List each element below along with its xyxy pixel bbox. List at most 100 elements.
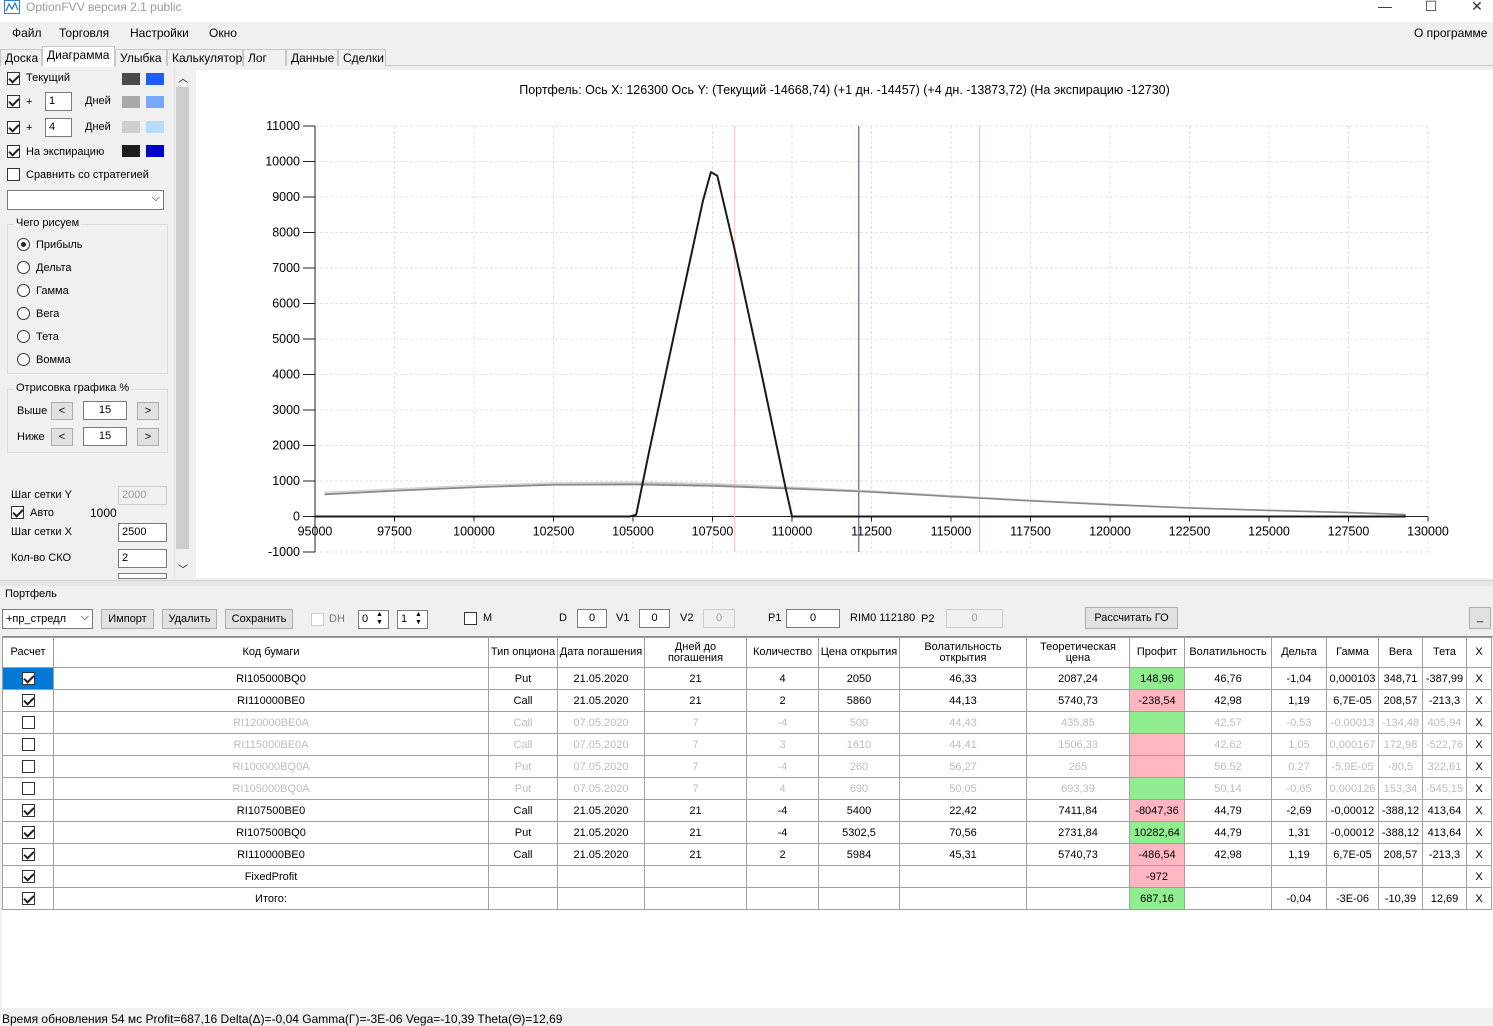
portfolio-select[interactable]: +пр_стредл <box>2 608 93 629</box>
remove-row-button[interactable]: X <box>1466 843 1492 866</box>
import-button[interactable]: Импорт <box>101 609 154 629</box>
theo-price-header[interactable]: Теоретическая цена <box>1026 637 1130 668</box>
tab-smile[interactable]: Улыбка <box>115 49 167 66</box>
calc-header[interactable]: Расчет <box>2 637 54 668</box>
type-header[interactable]: Тип опциона <box>488 637 558 668</box>
calc-cell[interactable] <box>2 733 54 756</box>
radio-gamma[interactable] <box>17 284 30 297</box>
table-row[interactable]: RI107500BE0 Call 21.05.2020 21 -4 5400 22,42 74… <box>2 799 1492 822</box>
calc-cell[interactable] <box>2 799 54 822</box>
grid-x-input[interactable]: 2500 <box>118 523 167 542</box>
expiration-dark-color[interactable] <box>122 145 140 157</box>
theta-header[interactable]: Тета <box>1422 637 1467 668</box>
table-row[interactable]: Итого: 687,16 -0,04 -3E-06 -10,39 12,69 X <box>2 887 1492 910</box>
table-row[interactable]: FixedProfit -972 X <box>2 865 1492 888</box>
radio-vega[interactable] <box>17 307 30 320</box>
row-calc-checkbox[interactable] <box>21 738 35 751</box>
delete-button[interactable]: Удалить <box>162 609 217 629</box>
below-input[interactable]: 15 <box>83 427 127 446</box>
grid-y-input[interactable]: 2000 <box>118 486 167 505</box>
vega-header[interactable]: Вега <box>1378 637 1423 668</box>
table-row[interactable]: RI120000BE0A Call 07.05.2020 7 -4 500 44,43 435… <box>2 711 1492 734</box>
vol-header[interactable]: Волатильность <box>1184 637 1272 668</box>
compare-strategy-checkbox[interactable] <box>7 168 20 181</box>
remove-row-button[interactable]: X <box>1466 667 1492 690</box>
menu-file[interactable]: Файл <box>12 26 42 40</box>
row-calc-checkbox[interactable] <box>21 848 35 861</box>
calc-cell[interactable] <box>2 689 54 712</box>
remove-header[interactable]: X <box>1466 637 1492 668</box>
below-increase-button[interactable]: > <box>137 428 159 446</box>
radio-profit[interactable] <box>17 238 30 251</box>
table-row[interactable]: RI100000BQ0A Put 07.05.2020 7 -4 260 56,27 265 5… <box>2 755 1492 778</box>
days-header[interactable]: Дней до погашения <box>644 637 747 668</box>
menu-trade[interactable]: Торговля <box>59 26 109 40</box>
expiration-checkbox[interactable] <box>7 145 20 158</box>
table-row[interactable]: RI110000BE0 Call 21.05.2020 21 2 5984 45,31 574… <box>2 843 1492 866</box>
remove-row-button[interactable]: X <box>1466 733 1492 756</box>
remove-row-button[interactable]: X <box>1466 821 1492 844</box>
above-input[interactable]: 15 <box>83 401 127 420</box>
open-price-header[interactable]: Цена открытия <box>818 637 900 668</box>
collapse-button[interactable]: _ <box>1469 607 1491 629</box>
plus1-checkbox[interactable] <box>7 95 20 108</box>
p1-input[interactable]: 0 <box>786 609 840 628</box>
row-calc-checkbox[interactable] <box>21 782 35 795</box>
calc-margin-button[interactable]: Рассчитать ГО <box>1085 607 1178 629</box>
tab-deals[interactable]: Сделки <box>338 49 386 66</box>
current-checkbox[interactable] <box>7 72 20 85</box>
row-calc-checkbox[interactable] <box>21 760 35 773</box>
strategy-select[interactable] <box>7 189 164 210</box>
calc-cell[interactable] <box>2 887 54 910</box>
remove-row-button[interactable]: X <box>1466 689 1492 712</box>
scroll-down-icon[interactable]: ﹀ <box>178 561 188 576</box>
row-calc-checkbox[interactable] <box>21 892 35 905</box>
spin2-arrows-icon[interactable]: ▲ ▼ <box>415 611 422 627</box>
scroll-thumb[interactable] <box>176 87 189 549</box>
table-row[interactable]: RI105000BQ0A Put 07.05.2020 7 4 690 50,05 693,3… <box>2 777 1492 800</box>
radio-theta[interactable] <box>17 330 30 343</box>
current-light-color[interactable] <box>146 73 164 85</box>
remove-row-button[interactable]: X <box>1466 799 1492 822</box>
menu-window[interactable]: Окно <box>209 26 237 40</box>
auto-grid-checkbox[interactable] <box>11 506 24 519</box>
profit-header[interactable]: Профит <box>1129 637 1185 668</box>
tab-log[interactable]: Лог <box>243 49 286 66</box>
calc-cell[interactable] <box>2 711 54 734</box>
table-row[interactable]: RI110000BE0 Call 21.05.2020 21 2 5860 44,13 574… <box>2 689 1492 712</box>
spin1-input[interactable]: 0 <box>358 610 389 629</box>
calc-cell[interactable] <box>2 667 54 690</box>
sko-input[interactable]: 2 <box>118 549 167 568</box>
tab-data[interactable]: Данные <box>286 49 338 66</box>
left-panel-scrollbar[interactable]: ︿ ﹀ <box>174 67 190 577</box>
d-input[interactable]: 0 <box>577 609 607 628</box>
above-increase-button[interactable]: > <box>137 402 159 420</box>
menu-about[interactable]: О программе <box>1414 26 1487 40</box>
menu-settings[interactable]: Настройки <box>130 26 189 40</box>
radio-delta[interactable] <box>17 261 30 274</box>
plus1-light-color[interactable] <box>146 96 164 108</box>
m-checkbox[interactable] <box>464 612 477 625</box>
expiry-header[interactable]: Дата погашения <box>557 637 645 668</box>
table-row[interactable]: RI115000BE0A Call 07.05.2020 7 3 1610 44,41 150… <box>2 733 1492 756</box>
code-header[interactable]: Код бумаги <box>53 637 489 668</box>
expiration-light-color[interactable] <box>146 145 164 157</box>
calc-cell[interactable] <box>2 755 54 778</box>
save-button[interactable]: Сохранить <box>225 609 293 629</box>
above-decrease-button[interactable]: < <box>51 402 73 420</box>
splitter[interactable] <box>0 580 1493 586</box>
plus1-days-input[interactable]: 1 <box>45 92 72 111</box>
plus4-light-color[interactable] <box>146 121 164 133</box>
current-dark-color[interactable] <box>122 73 140 85</box>
qty-header[interactable]: Количество <box>746 637 819 668</box>
below-decrease-button[interactable]: < <box>51 428 73 446</box>
extra-input[interactable] <box>118 573 167 579</box>
row-calc-checkbox[interactable] <box>21 694 35 707</box>
plus4-dark-color[interactable] <box>122 121 140 133</box>
delta-header[interactable]: Дельта <box>1271 637 1327 668</box>
spin1-arrows-icon[interactable]: ▲ ▼ <box>376 611 383 627</box>
calc-cell[interactable] <box>2 865 54 888</box>
maximize-button[interactable]: ☐ <box>1408 0 1454 16</box>
minimize-button[interactable]: — <box>1362 0 1408 16</box>
close-button[interactable]: ✕ <box>1454 0 1493 16</box>
